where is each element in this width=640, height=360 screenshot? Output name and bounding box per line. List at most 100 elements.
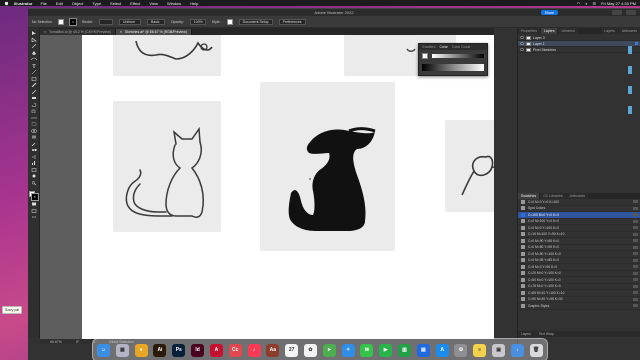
dock-app-facetime-icon[interactable]: ▶	[379, 343, 393, 357]
shape-builder-tool-icon[interactable]	[30, 129, 38, 134]
dock-app-indesign-icon[interactable]: Id	[191, 343, 205, 357]
opacity-field[interactable]: 100%	[189, 18, 206, 25]
swatch-options-icon[interactable]	[633, 232, 638, 236]
menu-object[interactable]: Object	[72, 1, 84, 6]
tab-layers-side[interactable]: Layers	[601, 28, 618, 34]
dock-app-photoshop-icon[interactable]: Ps	[172, 343, 186, 357]
curvature-tool-icon[interactable]	[30, 57, 38, 62]
menu-effect[interactable]: Effect	[130, 1, 140, 6]
desktop-sticky-note[interactable]: Sorry pal	[2, 306, 23, 314]
paintbrush-tool-icon[interactable]	[30, 83, 38, 88]
tab-libraries[interactable]: Libraries	[558, 28, 578, 34]
opacity-label[interactable]: Opacity:	[171, 20, 184, 24]
swatch-chip[interactable]	[521, 225, 525, 230]
fill-swatch[interactable]	[57, 18, 64, 25]
menubar-clock[interactable]: Fri May 27 4:33 PM	[601, 1, 636, 6]
arrange-documents-icon[interactable]	[612, 10, 622, 15]
menu-window[interactable]: Window	[167, 1, 181, 6]
menu-view[interactable]: View	[149, 1, 158, 6]
apple-icon[interactable]	[4, 1, 9, 6]
tab-gradient[interactable]: Gradient	[422, 45, 435, 49]
swatch-chip[interactable]	[521, 238, 525, 243]
side-swatch[interactable]	[627, 66, 632, 74]
placed-sketch-image[interactable]	[114, 35, 220, 75]
swatch-options-icon[interactable]	[633, 291, 638, 295]
menu-file[interactable]: File	[40, 1, 46, 6]
swatch-options-icon[interactable]	[633, 200, 638, 204]
side-swatch[interactable]	[627, 46, 632, 54]
dock-app-adobe-cc-icon[interactable]: Cc	[228, 343, 242, 357]
dock-app-numbers-icon[interactable]: ▥	[398, 343, 411, 357]
close-icon[interactable]: ×	[120, 30, 122, 34]
scale-tool-icon[interactable]	[30, 109, 38, 114]
graphic-style-swatch[interactable]	[226, 18, 233, 25]
rectangle-tool-icon[interactable]	[30, 77, 38, 82]
swatch-chip[interactable]	[521, 297, 525, 302]
swatch-options-icon[interactable]	[633, 258, 638, 262]
footer-text-wrap-label[interactable]: Text Wrap	[539, 332, 554, 336]
magic-wand-tool-icon[interactable]	[30, 44, 38, 49]
dock-app-notes-icon[interactable]: ≡	[473, 343, 487, 357]
swatch-options-icon[interactable]	[633, 219, 638, 223]
dock-app-launchpad-icon[interactable]: ▦	[115, 343, 129, 357]
visibility-eye-icon[interactable]	[520, 42, 524, 45]
edit-toolbar-icon[interactable]	[30, 215, 38, 220]
swatch-options-icon[interactable]	[633, 245, 638, 249]
swatch-options-icon[interactable]	[633, 284, 638, 288]
placed-sketch-image[interactable]	[446, 121, 494, 211]
dock-app-settings-icon[interactable]: ⚙	[454, 343, 468, 357]
swatch-chip[interactable]	[521, 290, 525, 295]
swatch-chip[interactable]	[521, 245, 525, 250]
swatch-chip[interactable]	[521, 232, 525, 237]
swatch-chip[interactable]	[521, 264, 525, 269]
zoom-level[interactable]: 66.67%	[50, 340, 62, 344]
dock-app-trash-icon[interactable]: 🗑	[529, 343, 543, 357]
tab-artboards-side[interactable]: Artboards	[618, 28, 640, 34]
dock-app-safari-icon[interactable]: ✧	[341, 343, 355, 357]
dock-app-preview-icon[interactable]: ▣	[492, 343, 506, 357]
swatch-options-icon[interactable]	[633, 206, 638, 210]
hand-tool-icon[interactable]	[30, 174, 38, 179]
side-swatch[interactable]	[627, 86, 632, 94]
direct-selection-tool-icon[interactable]	[30, 37, 38, 43]
swatch-chip[interactable]	[521, 212, 525, 217]
control-center-icon[interactable]: ☰	[593, 1, 597, 6]
rotation-value[interactable]: 0°	[76, 340, 79, 344]
dock-app-dictionary-icon[interactable]: Aa	[266, 343, 280, 357]
variable-width-dropdown[interactable]: Uniform	[118, 18, 141, 25]
dock-app-illustrator-icon[interactable]: Ai	[153, 343, 167, 357]
side-swatch[interactable]	[627, 106, 632, 114]
swatch-options-icon[interactable]	[633, 278, 638, 282]
swatch-chip[interactable]	[521, 251, 525, 256]
swatch-chip[interactable]	[521, 199, 525, 204]
workspace-icon[interactable]	[626, 10, 636, 15]
dock-app-messages-icon[interactable]: ✉	[360, 343, 374, 357]
swatch-options-icon[interactable]	[633, 239, 638, 243]
swatch-options-icon[interactable]	[633, 297, 638, 301]
app-menu-illustrator[interactable]: Illustrator	[14, 1, 32, 6]
color-spectrum-ramp[interactable]	[422, 64, 484, 71]
selection-tool-icon[interactable]	[30, 31, 38, 36]
blend-tool-icon[interactable]	[30, 148, 38, 153]
fill-stroke-control[interactable]	[29, 191, 39, 201]
document-setup-button[interactable]: Document Setup	[238, 18, 273, 25]
stroke-swatch[interactable]	[68, 17, 77, 26]
drawing-mode-icon[interactable]	[30, 202, 38, 207]
zoom-tool-icon[interactable]	[30, 181, 38, 186]
stroke-color-box[interactable]	[31, 193, 39, 201]
preferences-button[interactable]: Preferences	[278, 18, 306, 25]
current-color-chip[interactable]	[422, 53, 428, 59]
artboard[interactable]	[82, 35, 494, 339]
pen-tool-icon[interactable]	[30, 50, 38, 56]
menu-select[interactable]: Select	[110, 1, 121, 6]
brush-dropdown[interactable]: Basic	[146, 18, 165, 25]
dock-app-calendar-icon[interactable]: 27	[285, 343, 299, 357]
swatch-chip[interactable]	[521, 219, 525, 224]
close-icon[interactable]: ×	[44, 30, 46, 34]
width-tool-icon[interactable]	[30, 116, 38, 121]
visibility-eye-icon[interactable]	[520, 48, 524, 51]
pencil-tool-icon[interactable]	[30, 89, 38, 95]
eraser-tool-icon[interactable]	[30, 96, 38, 101]
stroke-weight-field[interactable]	[98, 18, 113, 25]
gradient-tool-icon[interactable]	[30, 135, 38, 140]
